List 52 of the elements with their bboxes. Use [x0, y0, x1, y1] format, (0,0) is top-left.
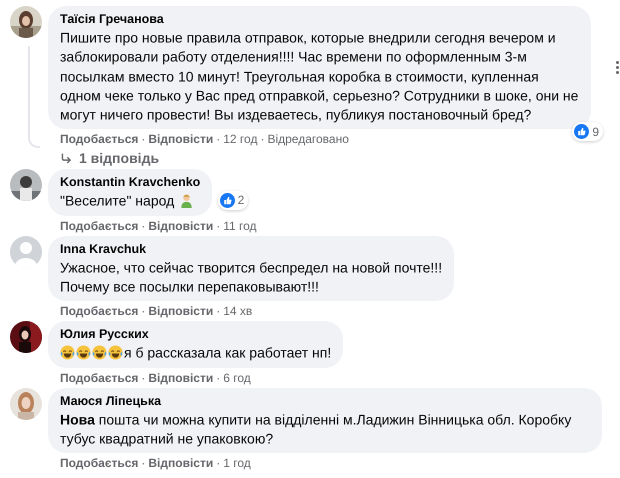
reaction-count[interactable]: 2 — [218, 190, 248, 210]
laughing-emoji-icon — [92, 345, 107, 360]
timestamp[interactable]: 6 год — [223, 370, 251, 385]
dot-separator: · — [141, 456, 146, 470]
comment-text: "Веселите" народ — [60, 192, 174, 209]
edited-label: Відредаговано — [267, 132, 349, 146]
dot-separator: · — [260, 132, 264, 146]
comment-text: Ужасное, что сейчас творится беспредел на новой почте!!! Почему все посылки перепаковывают!!! — [60, 259, 442, 294]
dot-separator: · — [216, 304, 220, 318]
comment-text: Пишите про новые правила отправок, которые внедрили сегодня вечером и заблокировали работу отделения!!!! Час времени по оформленным 3-м посылкам вместо 10 минут! Треугольная коробка в стоимости, купленная одном чеке только у Вас пред отправкой, серьезно? Сотрудники в шоке, они не могут ничего провести! Вы издеваетесь, публикуя постановочный бред? — [60, 29, 578, 122]
action-link[interactable]: Подобається — [60, 370, 138, 385]
timestamp[interactable]: 14 хв — [223, 304, 252, 318]
timestamp[interactable]: 11 год — [223, 218, 257, 233]
action-link[interactable]: Відповісти — [148, 218, 214, 233]
action-link[interactable]: Відповісти — [148, 370, 214, 385]
author-name[interactable]: Юлия Русских — [60, 326, 332, 342]
person-emoji-icon — [179, 193, 194, 208]
dot-separator: · — [216, 132, 220, 146]
dot-separator: · — [141, 370, 146, 385]
more-options-icon[interactable] — [615, 60, 620, 76]
reply-arrow-icon — [60, 152, 73, 165]
like-icon — [574, 124, 590, 140]
dot-separator: · — [216, 456, 220, 470]
action-link[interactable]: Подобається — [60, 304, 138, 318]
action-link[interactable]: Подобається — [60, 456, 138, 470]
action-link[interactable]: Відповісти — [148, 132, 214, 146]
action-link[interactable]: Відповісти — [148, 304, 214, 318]
author-name[interactable]: Konstantin Kravchenko — [60, 174, 200, 190]
reaction-count[interactable]: 9 — [572, 122, 603, 142]
laughing-emoji-icon — [60, 345, 75, 360]
timestamp[interactable]: 12 год — [223, 132, 258, 146]
dot-separator: · — [216, 370, 220, 385]
comment-text: я б рассказала как работает нп! — [124, 344, 332, 361]
action-link[interactable]: Подобається — [60, 218, 138, 233]
action-link[interactable]: Відповісти — [148, 456, 214, 470]
dot-separator: · — [141, 132, 146, 146]
author-name[interactable]: Таїсія Гречанова — [60, 11, 579, 27]
timestamp[interactable]: 1 год — [223, 456, 251, 470]
like-count: 2 — [238, 193, 244, 208]
dot-separator: · — [141, 218, 146, 233]
like-icon — [220, 192, 235, 208]
avatar-icon — [10, 236, 42, 268]
author-name[interactable]: Inna Kravchuk — [60, 240, 442, 257]
laughing-emoji-icon — [108, 345, 123, 360]
dot-separator: · — [141, 304, 146, 318]
laughing-emoji-icon — [76, 345, 91, 360]
author-name[interactable]: Маюся Ліпецька — [60, 392, 590, 409]
action-link[interactable]: Подобається — [60, 132, 138, 146]
dot-separator: · — [216, 218, 220, 233]
comment-text: Нова пошта чи можна купити на відділенні м.Ладижин Вінницька обл. Коробку тубус квадратний не упаковкою? — [60, 410, 572, 446]
view-replies-link[interactable]: 1 відповідь — [79, 150, 160, 166]
like-count: 9 — [592, 124, 599, 139]
